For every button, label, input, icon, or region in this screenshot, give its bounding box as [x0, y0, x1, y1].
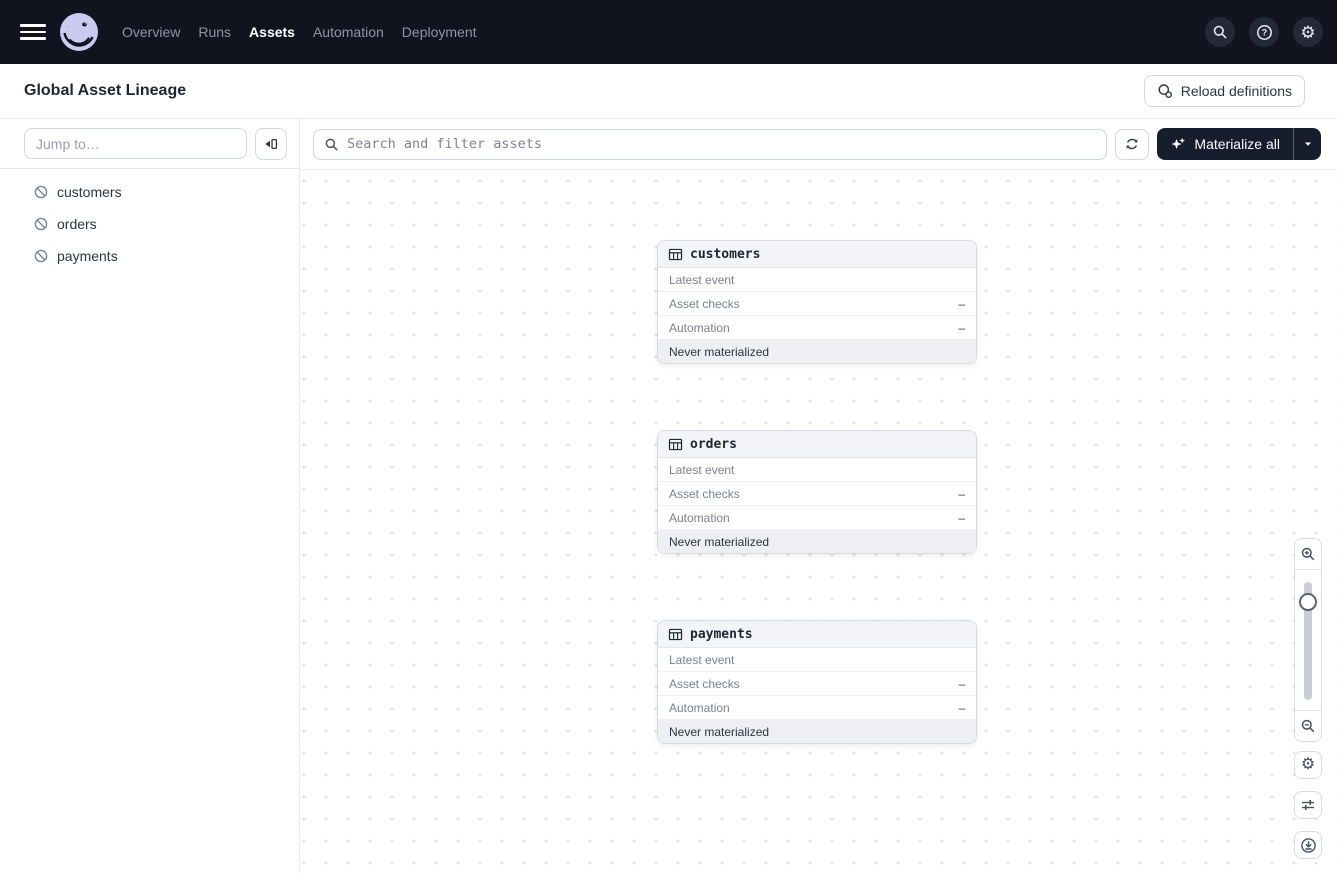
lineage-graph-canvas[interactable]: customers Latest event Asset checks – Aut…	[300, 170, 1337, 873]
nodes-layer: customers Latest event Asset checks – Aut…	[300, 170, 1337, 873]
materialize-split-button: Materialize all	[1157, 128, 1321, 160]
collapse-panel-icon	[265, 138, 278, 149]
asset-node-title: orders	[690, 436, 737, 452]
zoom-in-button[interactable]	[1295, 539, 1321, 569]
asset-node[interactable]: customers Latest event Asset checks – Aut…	[657, 240, 977, 364]
chevron-down-icon	[1304, 142, 1311, 146]
help-icon: ?	[1256, 24, 1272, 40]
sidebar-asset-item[interactable]: payments	[0, 240, 299, 272]
zoom-slider[interactable]	[1295, 569, 1321, 711]
sliders-icon	[1302, 800, 1314, 810]
asset-item-label: orders	[57, 216, 97, 232]
jump-to-input[interactable]	[24, 128, 247, 159]
asset-node-row-automation: Automation –	[658, 316, 976, 340]
hamburger-menu-icon[interactable]	[20, 19, 46, 45]
recenter-view-button[interactable]	[1294, 831, 1322, 859]
asset-item-label: payments	[57, 248, 118, 264]
asset-node-row-asset-checks: Asset checks –	[658, 672, 976, 696]
zoom-in-icon	[1301, 547, 1315, 561]
nav-item-overview[interactable]: Overview	[122, 24, 180, 40]
search-button[interactable]	[1205, 17, 1235, 47]
asset-node-header: orders	[658, 431, 976, 458]
asset-node-row-latest-event: Latest event	[658, 458, 976, 482]
reload-definitions-label: Reload definitions	[1180, 83, 1292, 99]
asset-search-box[interactable]	[313, 128, 1108, 160]
nav-item-assets[interactable]: Assets	[249, 24, 295, 40]
help-button[interactable]: ?	[1249, 17, 1279, 47]
materialize-all-button[interactable]: Materialize all	[1157, 128, 1293, 160]
reload-definitions-button[interactable]: Reload definitions	[1143, 75, 1305, 107]
asset-node-title: payments	[690, 626, 753, 642]
table-icon	[668, 628, 683, 640]
asset-node[interactable]: payments Latest event Asset checks – Auto…	[657, 620, 977, 744]
asset-node-header: customers	[658, 241, 976, 268]
zoom-out-button[interactable]	[1295, 711, 1321, 741]
top-navbar: Overview Runs Assets Automation Deployme…	[0, 0, 1337, 64]
search-icon	[325, 138, 338, 151]
sparkle-icon	[1171, 137, 1186, 149]
page-header: Global Asset Lineage Reload definitions	[0, 64, 1337, 119]
sidebar-asset-item[interactable]: customers	[0, 176, 299, 208]
asset-node[interactable]: orders Latest event Asset checks – Automa…	[657, 430, 977, 554]
asset-list: customers orders payments	[0, 169, 299, 272]
materialize-all-label: Materialize all	[1194, 136, 1280, 152]
graph-settings-button[interactable]: ⚙	[1294, 751, 1322, 779]
nav-item-deployment[interactable]: Deployment	[402, 24, 477, 40]
asset-search-input[interactable]	[347, 136, 1097, 152]
unmaterialized-asset-icon	[34, 249, 48, 263]
asset-node-status: Never materialized	[658, 530, 976, 553]
unmaterialized-asset-icon	[34, 217, 48, 231]
table-icon	[668, 248, 683, 260]
sidebar-asset-item[interactable]: orders	[0, 208, 299, 240]
asset-node-row-automation: Automation –	[658, 506, 976, 530]
asset-node-row-automation: Automation –	[658, 696, 976, 720]
code-location-icon	[1158, 84, 1172, 99]
settings-button[interactable]: ⚙	[1293, 17, 1323, 47]
collapse-sidebar-button[interactable]	[255, 127, 287, 160]
asset-sidebar: customers orders payments	[0, 119, 300, 873]
asset-node-header: payments	[658, 621, 976, 648]
materialize-dropdown-button[interactable]	[1293, 128, 1321, 160]
asset-node-title: customers	[690, 246, 761, 262]
unmaterialized-asset-icon	[34, 185, 48, 199]
asset-node-row-asset-checks: Asset checks –	[658, 292, 976, 316]
graph-filters-button[interactable]	[1294, 791, 1322, 819]
table-icon	[668, 438, 683, 450]
primary-nav: Overview Runs Assets Automation Deployme…	[122, 24, 477, 40]
nav-item-automation[interactable]: Automation	[313, 24, 384, 40]
zoom-slider-handle[interactable]	[1299, 593, 1317, 611]
svg-text:?: ?	[1261, 27, 1267, 37]
dagster-logo-icon[interactable]	[60, 13, 98, 51]
navbar-actions: ? ⚙	[1205, 17, 1323, 47]
gear-icon: ⚙	[1300, 22, 1316, 42]
arrow-down-circle-icon	[1300, 837, 1316, 853]
refresh-icon	[1126, 138, 1138, 150]
page-title: Global Asset Lineage	[24, 82, 187, 99]
lineage-main: Materialize all	[300, 119, 1337, 873]
asset-node-status: Never materialized	[658, 340, 976, 363]
asset-node-row-latest-event: Latest event	[658, 648, 976, 672]
asset-node-row-asset-checks: Asset checks –	[658, 482, 976, 506]
search-icon	[1213, 25, 1227, 39]
asset-item-label: customers	[57, 184, 122, 200]
sidebar-toolbar	[0, 119, 299, 169]
zoom-controls	[1294, 538, 1322, 742]
zoom-out-icon	[1301, 719, 1315, 733]
refresh-button[interactable]	[1115, 128, 1150, 160]
nav-item-runs[interactable]: Runs	[198, 24, 231, 40]
asset-node-row-latest-event: Latest event	[658, 268, 976, 292]
gear-icon: ⚙	[1300, 756, 1316, 773]
lineage-toolbar: Materialize all	[300, 119, 1337, 170]
asset-node-status: Never materialized	[658, 720, 976, 743]
